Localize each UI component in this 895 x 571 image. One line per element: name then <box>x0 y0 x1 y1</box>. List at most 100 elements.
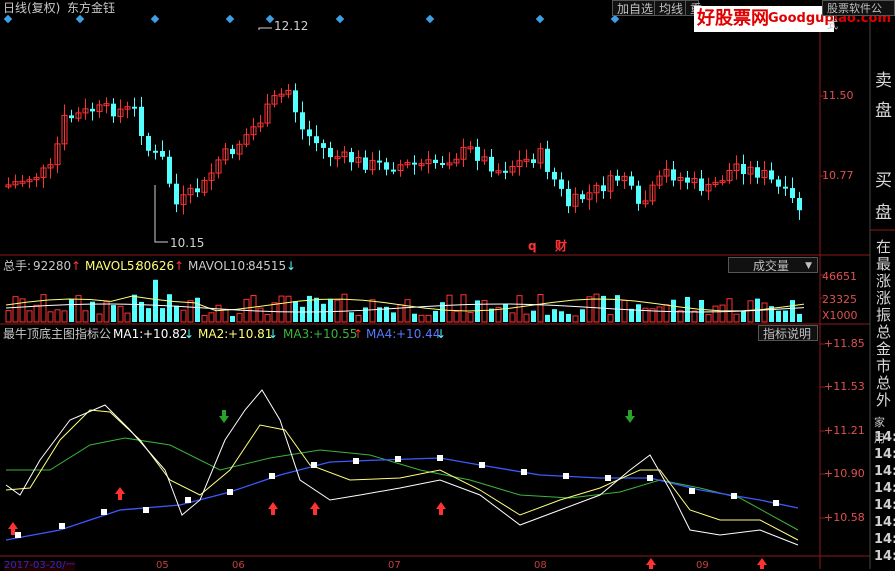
add-watchlist-button[interactable]: 加自选 <box>612 0 659 16</box>
volume-bar <box>719 304 726 323</box>
ma1-arrow: ↓ <box>184 327 195 341</box>
volume-bar <box>90 301 95 322</box>
volume-bar <box>117 305 124 323</box>
price-candle <box>566 188 571 207</box>
event-diamond-marker <box>75 14 85 24</box>
event-diamond-marker <box>535 14 545 24</box>
price-candle <box>391 169 396 172</box>
price-candle <box>531 159 536 163</box>
watermark-box: 好股票网 Goodgupiao.com <box>694 6 891 32</box>
volume-bar <box>111 305 116 322</box>
date-axis-month-05: 05 <box>156 560 169 571</box>
ma4-value: +10.44 <box>396 327 441 341</box>
indicator-axis-label-2: +11.53 <box>824 380 865 393</box>
high-price-label: 12.12 <box>274 19 309 33</box>
volume-bar <box>467 311 474 323</box>
volume-bar <box>96 313 103 323</box>
tick-time-row: 14: <box>874 498 895 513</box>
price-candle <box>90 108 95 112</box>
buy-panel-char-1: 买 <box>875 171 892 191</box>
volume-bar <box>433 310 438 322</box>
volume-indicator-dropdown[interactable]: 成交量 ▼ <box>728 257 818 273</box>
volume-bar <box>503 304 508 322</box>
volume-bar <box>629 308 634 322</box>
volume-bar <box>195 297 200 322</box>
volume-bar <box>397 304 404 323</box>
price-candle <box>412 162 417 165</box>
price-candle <box>300 112 305 130</box>
date-axis-month-06: 06 <box>232 560 245 571</box>
price-candle <box>174 183 179 205</box>
price-candle <box>433 159 438 164</box>
volume-dropdown-label: 成交量 <box>753 259 790 273</box>
volume-axis-label-top: 46651 <box>822 270 857 283</box>
volume-bar <box>601 295 606 322</box>
volume-bar <box>314 297 319 322</box>
price-candle <box>776 179 781 187</box>
ma4-marker <box>689 488 695 494</box>
stock-chart[interactable] <box>0 0 895 569</box>
mavol5-arrow: ↑ <box>174 259 185 273</box>
volume-bar <box>167 294 172 322</box>
ma4-marker <box>437 455 443 461</box>
volume-bar <box>404 299 411 323</box>
price-candle <box>307 129 312 137</box>
volume-bar <box>656 306 663 323</box>
volume-bar <box>663 304 670 323</box>
date-axis-month-07: 07 <box>388 560 401 571</box>
ma-button[interactable]: 均线 <box>654 0 689 16</box>
volume-bar <box>691 310 698 323</box>
formula-button[interactable]: 股票软件公式 <box>822 0 895 31</box>
volume-bar <box>174 305 179 322</box>
marker-q[interactable]: q <box>528 239 537 253</box>
price-candle <box>293 90 298 113</box>
volume-bar <box>349 312 354 322</box>
volume-total-arrow: ↑ <box>71 259 82 273</box>
buy-signal-arrow <box>646 558 656 569</box>
volume-bar <box>516 295 523 323</box>
price-candle <box>552 171 557 180</box>
volume-bar <box>285 295 292 323</box>
ma2-label: MA2: <box>198 327 229 341</box>
volume-bar <box>160 308 165 322</box>
price-candle <box>195 188 200 193</box>
tick-time-row: 14: <box>874 430 895 445</box>
price-candle <box>167 156 172 184</box>
price-candle <box>615 175 620 181</box>
volume-bar <box>552 309 557 322</box>
event-diamond-marker <box>150 14 160 24</box>
buy-signal-arrow <box>268 502 278 515</box>
price-candle <box>790 188 795 199</box>
indicator-name[interactable]: 最牛顶底主图指标公 <box>3 327 111 341</box>
marker-finance[interactable]: 财 <box>555 239 567 253</box>
volume-bar <box>699 299 704 322</box>
volume-bar <box>230 315 235 322</box>
ma4-marker <box>15 532 21 538</box>
volume-bar <box>201 315 208 323</box>
price-candle <box>363 157 368 170</box>
price-axis-label-top: 11.50 <box>822 89 854 102</box>
tick-time-row: 14: <box>874 447 895 462</box>
date-axis-month-09: 09 <box>696 560 709 571</box>
price-candle <box>132 106 137 109</box>
ma4-marker <box>101 509 107 515</box>
buy-signal-arrow <box>115 487 125 500</box>
volume-bar <box>61 310 68 323</box>
price-candle <box>503 170 508 173</box>
price-candle <box>111 103 116 117</box>
ma2-value: +10.81 <box>228 327 273 341</box>
volume-bar <box>783 310 788 322</box>
indicator-axis-label-3: +11.21 <box>824 424 865 437</box>
volume-bar <box>146 308 151 322</box>
volume-bar <box>460 294 467 323</box>
volume-bar <box>572 315 579 323</box>
info-char-9: 外 <box>875 391 891 409</box>
volume-bar <box>54 309 61 323</box>
volume-bar <box>12 296 19 323</box>
volume-bar <box>132 294 137 322</box>
price-candle <box>671 169 676 181</box>
ma2-arrow: ↓ <box>268 327 279 341</box>
ma4-marker <box>521 469 527 475</box>
period-label[interactable]: 日线(复权) <box>3 1 60 15</box>
indicator-help-button[interactable]: 指标说明 <box>758 325 818 341</box>
